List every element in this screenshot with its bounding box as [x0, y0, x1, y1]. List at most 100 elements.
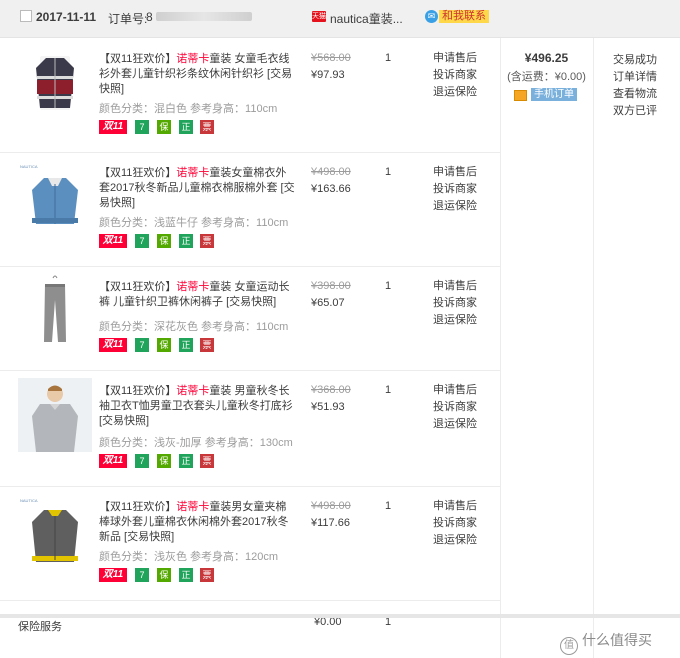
column-divider [593, 38, 594, 658]
order-header: 2017-11-11 订单号: 8 天猫 nautica童装... ✉ 和我联系 [0, 0, 680, 38]
return-insurance-link[interactable]: 退运保险 [433, 416, 477, 433]
apply-after-sales-link[interactable]: 申请售后 [433, 498, 477, 515]
seven-day-return-icon[interactable]: 7 [135, 234, 149, 248]
seven-day-return-icon[interactable]: 7 [135, 120, 149, 134]
complain-seller-link[interactable]: 投诉商家 [433, 67, 477, 84]
invoice-icon[interactable]: 票 [200, 120, 214, 134]
product-thumbnail[interactable]: NAUTICA [18, 160, 92, 234]
product-attributes: 颜色分类：浅蓝牛仔 参考身高：110cm [99, 217, 289, 229]
quantity: 1 [385, 52, 392, 64]
apply-after-sales-link[interactable]: 申请售后 [433, 50, 477, 67]
paid-price: ¥65.07 [311, 297, 345, 309]
trade-status: 交易成功 [613, 54, 657, 66]
invoice-icon[interactable]: 票 [200, 338, 214, 352]
product-attributes: 颜色分类：浅灰-加厚 参考身高：130cm [99, 437, 293, 449]
original-price: ¥498.00 [311, 500, 351, 512]
paid-price: ¥97.93 [311, 69, 345, 81]
shop-name[interactable]: nautica童装... [330, 10, 403, 27]
order-item-row: NAUTICA 【双11狂欢价】诺蒂卡童装男女童夹棉棒球外套儿童棉衣休闲棉外套2… [0, 486, 500, 601]
complain-seller-link[interactable]: 投诉商家 [433, 181, 477, 198]
tmall-icon: 天猫 [312, 11, 326, 22]
complain-seller-link[interactable]: 投诉商家 [433, 295, 477, 312]
genuine-icon[interactable]: 正 [179, 234, 193, 248]
order-number-label: 订单号: [108, 12, 148, 26]
order-footer [0, 614, 680, 618]
invoice-icon[interactable]: 票 [200, 568, 214, 582]
order-details-link[interactable]: 订单详情 [613, 69, 657, 86]
genuine-icon[interactable]: 正 [179, 120, 193, 134]
guarantee-icon[interactable]: 保 [157, 120, 171, 134]
guarantee-icon[interactable]: 保 [157, 454, 171, 468]
genuine-icon[interactable]: 正 [179, 338, 193, 352]
order-item-row: NAUTICA 【双11狂欢价】诺蒂卡童装女童棉衣外套2017秋冬新品儿童棉衣棉… [0, 152, 500, 267]
contact-seller-label[interactable]: 和我联系 [439, 10, 489, 23]
product-title[interactable]: 【双11狂欢价】诺蒂卡童装女童棉衣外套2017秋冬新品儿童棉衣棉服棉外套 [交易… [99, 166, 295, 211]
seven-day-return-icon[interactable]: 7 [135, 338, 149, 352]
double11-badge: 双11 [99, 120, 127, 134]
return-insurance-link[interactable]: 退运保险 [433, 532, 477, 549]
genuine-icon[interactable]: 正 [179, 568, 193, 582]
return-insurance-link[interactable]: 退运保险 [433, 198, 477, 215]
column-divider [500, 38, 501, 658]
product-title[interactable]: 【双11狂欢价】诺蒂卡童装男女童夹棉棒球外套儿童棉衣休闲棉外套2017秋冬新品 … [99, 500, 295, 545]
quantity: 1 [385, 166, 392, 178]
order-date: 2017-11-11 [36, 10, 97, 24]
paid-price: ¥163.66 [311, 183, 351, 195]
product-thumbnail[interactable] [18, 378, 92, 452]
paid-price: ¥117.66 [311, 517, 350, 529]
order-items-table: 【双11狂欢价】诺蒂卡童装 女童毛衣线衫外套儿童针织衫条纹休闲针织衫 [交易快照… [0, 38, 680, 658]
return-insurance-link[interactable]: 退运保险 [433, 312, 477, 329]
product-title[interactable]: 【双11狂欢价】诺蒂卡童装 男童秋冬长袖卫衣T恤男童卫衣套头儿童秋冬打底衫 [交… [99, 384, 295, 429]
product-thumbnail[interactable] [18, 274, 92, 348]
original-price: ¥398.00 [311, 280, 351, 292]
svg-text:NAUTICA: NAUTICA [20, 498, 38, 503]
mobile-order-label: 手机订单 [531, 88, 577, 101]
original-price: ¥498.00 [311, 166, 351, 178]
order-item-row: 【双11狂欢价】诺蒂卡童装 女童运动长裤 儿童针织卫裤休闲裤子 [交易快照] 颜… [0, 266, 500, 371]
guarantee-icon[interactable]: 保 [157, 568, 171, 582]
review-status: 双方已评 [613, 105, 657, 117]
original-price: ¥568.00 [311, 52, 351, 64]
product-attributes: 颜色分类：深花灰色 参考身高：110cm [99, 321, 289, 333]
product-title[interactable]: 【双11狂欢价】诺蒂卡童装 女童毛衣线衫外套儿童针织衫条纹休闲针织衫 [交易快照… [99, 52, 295, 97]
invoice-icon[interactable]: 票 [200, 454, 214, 468]
genuine-icon[interactable]: 正 [179, 454, 193, 468]
insurance-label: 保险服务 [18, 621, 62, 633]
phone-order-icon [514, 90, 527, 101]
double11-badge: 双11 [99, 454, 127, 468]
order-number: 8 [146, 10, 153, 24]
product-thumbnail[interactable]: NAUTICA [18, 494, 92, 568]
product-title[interactable]: 【双11狂欢价】诺蒂卡童装 女童运动长裤 儿童针织卫裤休闲裤子 [交易快照] [99, 280, 295, 310]
seven-day-return-icon[interactable]: 7 [135, 568, 149, 582]
apply-after-sales-link[interactable]: 申请售后 [433, 164, 477, 181]
total-amount: ¥496.25 [524, 51, 569, 65]
quantity: 1 [385, 280, 392, 292]
apply-after-sales-link[interactable]: 申请售后 [433, 382, 477, 399]
view-logistics-link[interactable]: 查看物流 [613, 86, 657, 103]
original-price: ¥368.00 [311, 384, 351, 396]
order-item-row: 【双11狂欢价】诺蒂卡童装 男童秋冬长袖卫衣T恤男童卫衣套头儿童秋冬打底衫 [交… [0, 370, 500, 487]
product-attributes: 颜色分类：浅灰色 参考身高：120cm [99, 551, 279, 563]
order-status: 交易成功 订单详情 查看物流 双方已评 [613, 52, 657, 120]
svg-text:NAUTICA: NAUTICA [20, 164, 38, 169]
order-checkbox[interactable] [20, 10, 32, 22]
complain-seller-link[interactable]: 投诉商家 [433, 399, 477, 416]
wangwang-icon: ✉ [425, 10, 438, 23]
apply-after-sales-link[interactable]: 申请售后 [433, 278, 477, 295]
complain-seller-link[interactable]: 投诉商家 [433, 515, 477, 532]
guarantee-icon[interactable]: 保 [157, 234, 171, 248]
double11-badge: 双11 [99, 234, 127, 248]
quantity: 1 [385, 500, 392, 512]
order-item-row: 【双11狂欢价】诺蒂卡童装 女童毛衣线衫外套儿童针织衫条纹休闲针织衫 [交易快照… [0, 38, 500, 153]
double11-badge: 双11 [99, 568, 127, 582]
return-insurance-link[interactable]: 退运保险 [433, 84, 477, 101]
guarantee-icon[interactable]: 保 [157, 338, 171, 352]
shipping-fee: (含运费：¥0.00) [507, 71, 586, 83]
smzdm-logo-icon: 值 [560, 637, 578, 655]
product-attributes: 颜色分类：混白色 参考身高：110cm [99, 103, 278, 115]
invoice-icon[interactable]: 票 [200, 234, 214, 248]
paid-price: ¥51.93 [311, 401, 345, 413]
watermark: 值什么值得买 [560, 630, 652, 655]
seven-day-return-icon[interactable]: 7 [135, 454, 149, 468]
product-thumbnail[interactable] [18, 46, 92, 120]
